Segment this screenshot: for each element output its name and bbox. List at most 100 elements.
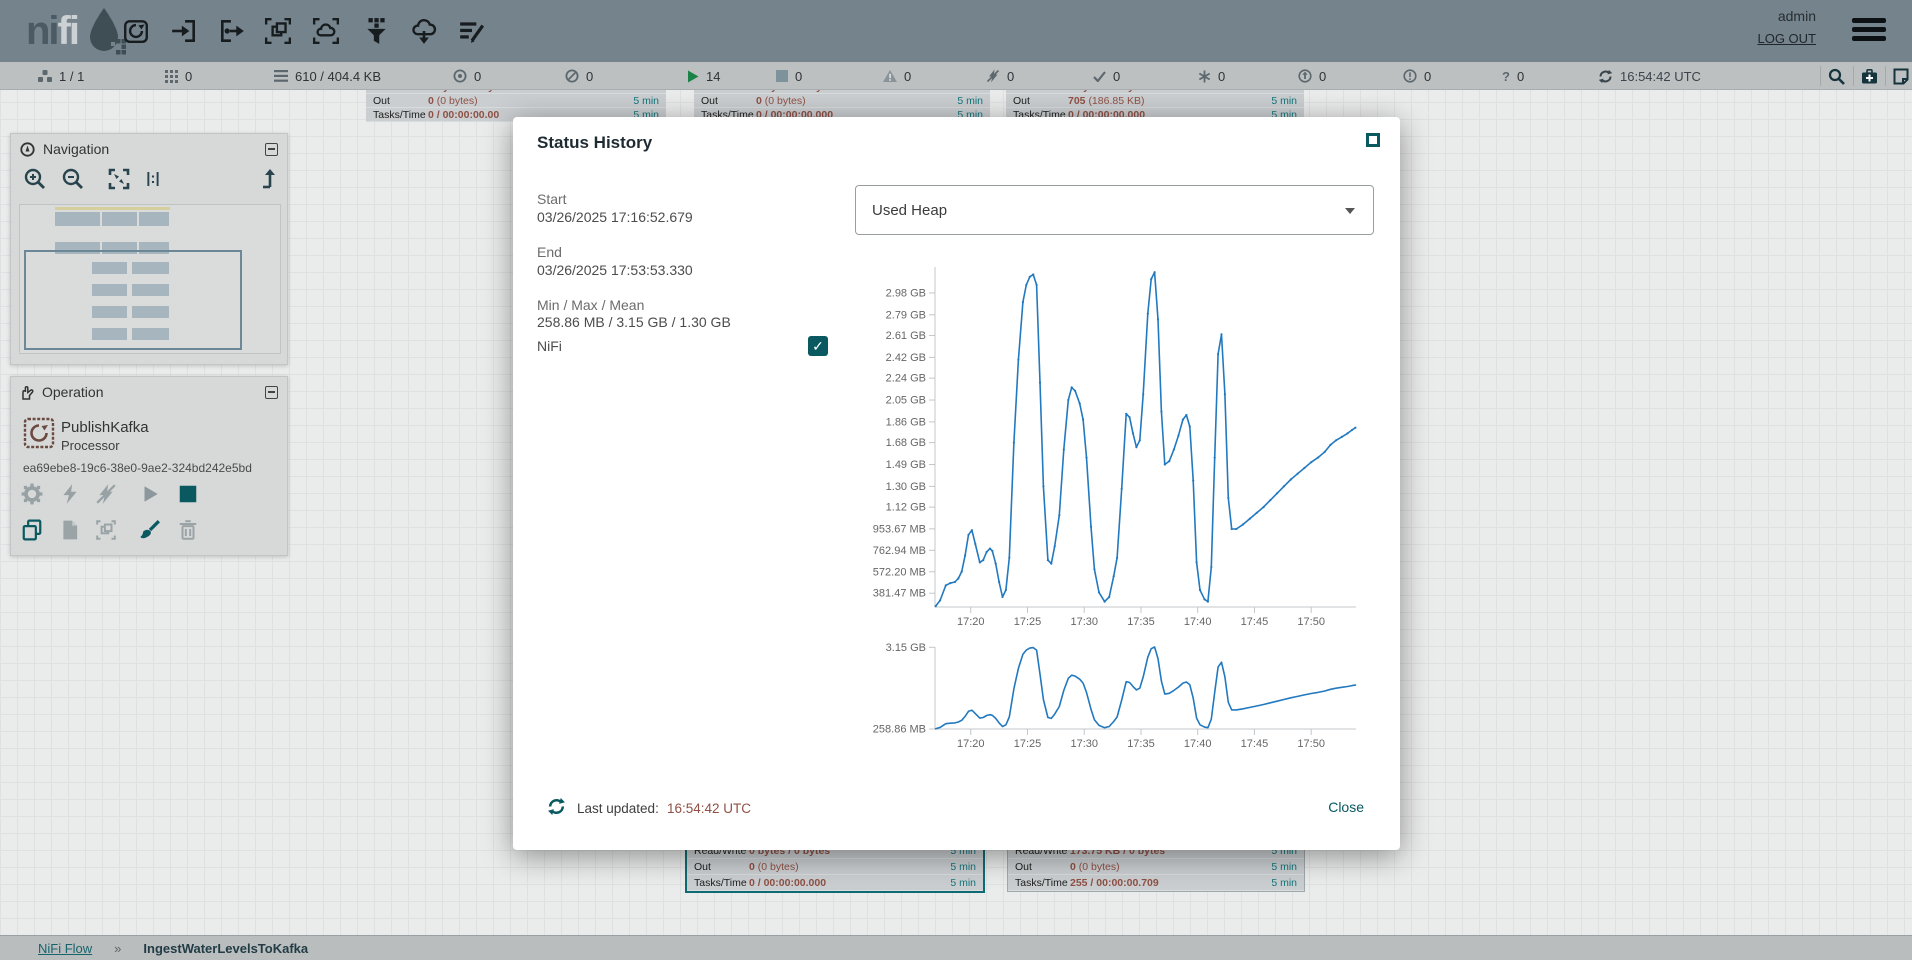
refresh-status[interactable]: 16:54:42 UTC: [1598, 62, 1701, 90]
status-history-chart: 381.47 MB572.20 MB762.94 MB953.67 MB1.12…: [855, 257, 1370, 632]
svg-text:17:50: 17:50: [1297, 738, 1325, 750]
svg-text:17:40: 17:40: [1184, 738, 1212, 750]
flow-version-icon[interactable]: [1893, 62, 1909, 90]
queued-icon: [274, 70, 288, 82]
breadcrumb-current: IngestWaterLevelsToKafka: [143, 941, 308, 956]
status-history-overview-chart: 3.15 GB258.86 MB17:2017:2517:3017:3517:4…: [855, 635, 1370, 757]
stat-row: Out705 (186.85 KB)5 min: [1006, 94, 1304, 108]
input-port-icon[interactable]: [170, 17, 198, 45]
svg-text:17:45: 17:45: [1241, 738, 1269, 750]
enable-icon[interactable]: [59, 483, 81, 505]
breadcrumb-separator: »: [114, 941, 121, 956]
invalid-icon: [883, 70, 897, 82]
not-transmitting-icon: [565, 69, 579, 83]
series-checkbox[interactable]: ✓: [808, 336, 828, 356]
compass-icon: [20, 142, 35, 157]
global-menu-icon[interactable]: [1852, 18, 1886, 44]
process-group-icon[interactable]: [264, 17, 292, 45]
stop-icon[interactable]: [177, 483, 199, 505]
locally-modified-icon: [1198, 70, 1211, 83]
stat-row: Out0 (0 bytes)5 min: [687, 859, 983, 875]
svg-text:2.42 GB: 2.42 GB: [886, 352, 926, 364]
running-icon: [687, 70, 699, 83]
template-icon[interactable]: [410, 17, 438, 45]
svg-text:1.86 GB: 1.86 GB: [886, 416, 926, 428]
zoom-fit-icon[interactable]: [107, 167, 131, 191]
color-icon[interactable]: [139, 519, 161, 541]
processor-stats-table[interactable]: Read/Write173.75 KB / 0 bytes5 minOut0 (…: [1008, 843, 1304, 891]
current-user: admin: [1757, 8, 1816, 24]
configure-icon[interactable]: [21, 483, 43, 505]
operation-panel-title: Operation: [42, 384, 257, 400]
collapse-icon[interactable]: [265, 386, 278, 399]
svg-text:2.79 GB: 2.79 GB: [886, 309, 926, 321]
up-to-date-icon: [1093, 71, 1106, 82]
selected-component-id: ea69ebe8-19c6-38e0-9ae2-324bd242e5bd: [23, 461, 252, 475]
nifi-app: nifi: [0, 0, 1912, 960]
collapse-icon[interactable]: [265, 143, 278, 156]
metric-dropdown-value: Used Heap: [872, 202, 947, 219]
stopped-icon: [776, 70, 788, 82]
process-groups-icon: [165, 70, 178, 83]
label-icon[interactable]: [458, 17, 486, 45]
last-updated-label: Last updated:: [577, 801, 659, 816]
drill-up-icon[interactable]: [257, 167, 281, 191]
svg-text:953.67 MB: 953.67 MB: [873, 523, 926, 535]
status-item-stale: 0: [1298, 62, 1326, 90]
last-updated-value: 16:54:42 UTC: [667, 801, 751, 816]
selected-processor-stats-table[interactable]: Read/Write0 bytes / 0 bytes5 minOut0 (0 …: [687, 843, 983, 891]
svg-text:2.61 GB: 2.61 GB: [886, 330, 926, 342]
group-icon[interactable]: [95, 519, 117, 541]
processor-icon[interactable]: [122, 17, 150, 45]
copy-icon[interactable]: [21, 519, 43, 541]
svg-text:1.30 GB: 1.30 GB: [886, 481, 926, 493]
popout-icon[interactable]: [1366, 133, 1380, 147]
search-icon[interactable]: [1828, 62, 1845, 90]
app-header: nifi: [0, 0, 1912, 62]
paste-icon[interactable]: [59, 519, 81, 541]
status-item-cluster: 1 / 1: [38, 62, 84, 90]
zoom-out-icon[interactable]: [61, 167, 85, 191]
refresh-icon[interactable]: [547, 797, 566, 816]
svg-text:2.05 GB: 2.05 GB: [886, 395, 926, 407]
metric-dropdown[interactable]: Used Heap: [855, 185, 1374, 235]
status-history-dialog: Status History Start 03/26/2025 17:16:52…: [513, 117, 1400, 850]
logout-link[interactable]: LOG OUT: [1757, 31, 1816, 46]
status-item-locally-modified-stale: 0: [1403, 62, 1431, 90]
refresh-time: 16:54:42 UTC: [1620, 69, 1701, 84]
delete-icon[interactable]: [177, 519, 199, 541]
breadcrumb: NiFi Flow » IngestWaterLevelsToKafka: [0, 935, 1912, 960]
locally-modified-stale-icon: [1403, 69, 1417, 83]
remote-process-group-icon[interactable]: [312, 17, 340, 45]
start-icon[interactable]: [139, 483, 161, 505]
breadcrumb-root-link[interactable]: NiFi Flow: [38, 941, 92, 956]
cluster-icon: [38, 70, 52, 83]
status-item-not-transmitting: 0: [565, 62, 593, 90]
selected-component-name: PublishKafka: [61, 419, 149, 436]
svg-text:381.47 MB: 381.47 MB: [873, 588, 926, 600]
disable-icon[interactable]: [95, 483, 117, 505]
svg-text:762.94 MB: 762.94 MB: [873, 545, 926, 557]
status-item-disabled: 0: [986, 62, 1014, 90]
output-port-icon[interactable]: [218, 17, 246, 45]
start-label: Start: [537, 191, 567, 207]
birdseye-minimap[interactable]: [19, 204, 281, 354]
cluster-health-icon[interactable]: [1861, 62, 1878, 90]
close-button[interactable]: Close: [1328, 799, 1364, 815]
svg-text:1.49 GB: 1.49 GB: [886, 459, 926, 471]
svg-text:1.12 GB: 1.12 GB: [886, 502, 926, 514]
chevron-down-icon: [1345, 208, 1355, 214]
status-item-up-to-date: 0: [1093, 62, 1120, 90]
sync-failure-icon: ?: [1502, 69, 1510, 84]
status-item-stopped: 0: [776, 62, 802, 90]
series-legend-label: NiFi: [537, 338, 562, 354]
selected-component-type: Processor: [61, 438, 120, 453]
status-item-queued: 610 / 404.4 KB: [274, 62, 381, 90]
zoom-in-icon[interactable]: [23, 167, 47, 191]
zoom-actual-icon[interactable]: |:|: [141, 167, 165, 191]
navigation-panel: Navigation |:|: [10, 133, 288, 365]
funnel-icon[interactable]: [362, 17, 390, 45]
status-bar: 1 / 10610 / 404.4 KB00140000000?0 16:54:…: [0, 62, 1912, 90]
status-item-running: 14: [687, 62, 720, 90]
min-max-mean-value: 258.86 MB / 3.15 GB / 1.30 GB: [537, 314, 731, 330]
